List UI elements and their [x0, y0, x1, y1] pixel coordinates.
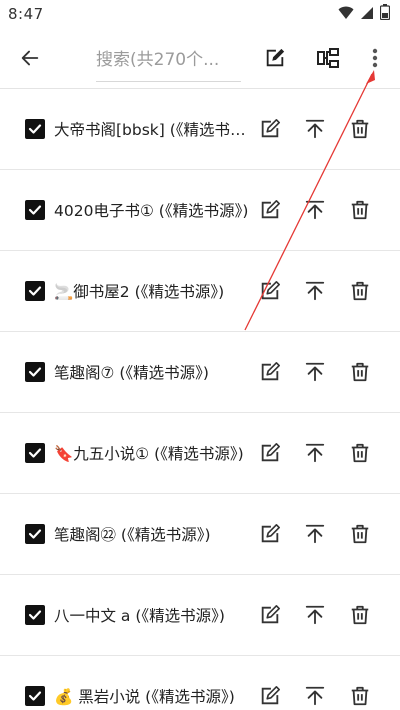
trash-icon: [349, 118, 371, 140]
delete-button[interactable]: [340, 433, 380, 473]
check-icon: [28, 365, 42, 379]
delete-button[interactable]: [340, 190, 380, 230]
check-icon: [28, 608, 42, 622]
book-source-list: 大帝书阁[bbsk] (《精选书源》) 4020电子书① (《精选书源》) 🚬御书屋…: [0, 89, 400, 710]
more-vert-icon: [372, 48, 378, 68]
check-icon: [28, 122, 42, 136]
check-icon: [28, 203, 42, 217]
delete-button[interactable]: [340, 271, 380, 311]
edit-button[interactable]: [250, 676, 290, 710]
move-to-top-button[interactable]: [295, 676, 335, 710]
source-name: 八一中文 a (《精选书源》): [54, 607, 225, 625]
row-checkbox[interactable]: [25, 362, 45, 382]
edit-button[interactable]: [250, 595, 290, 635]
list-item[interactable]: 🚬御书屋2 (《精选书源》): [0, 251, 400, 332]
move-to-top-button[interactable]: [295, 514, 335, 554]
row-checkbox[interactable]: [25, 200, 45, 220]
cellular-signal-icon: [360, 5, 374, 24]
delete-button[interactable]: [340, 595, 380, 635]
row-checkbox[interactable]: [25, 524, 45, 544]
trash-icon: [349, 442, 371, 464]
more-options-button[interactable]: [353, 28, 397, 88]
trash-icon: [349, 685, 371, 707]
edit-icon: [259, 280, 281, 302]
edit-button[interactable]: [250, 433, 290, 473]
arrow-to-top-icon: [304, 361, 326, 383]
battery-icon: [379, 4, 391, 24]
status-time: 8:47: [8, 5, 44, 23]
source-name: 🚬御书屋2 (《精选书源》): [54, 283, 225, 301]
status-icons: [338, 4, 391, 24]
edit-square-icon: [266, 48, 285, 67]
list-item[interactable]: 4020电子书① (《精选书源》): [0, 170, 400, 251]
edit-icon: [259, 442, 281, 464]
arrow-to-top-icon: [304, 685, 326, 707]
wifi-icon: [338, 5, 354, 24]
edit-button[interactable]: [250, 352, 290, 392]
move-to-top-button[interactable]: [295, 271, 335, 311]
edit-icon: [259, 685, 281, 707]
arrow-to-top-icon: [304, 199, 326, 221]
edit-icon: [259, 118, 281, 140]
arrow-to-top-icon: [304, 442, 326, 464]
move-to-top-button[interactable]: [295, 595, 335, 635]
status-bar: 8:47: [0, 0, 400, 28]
trash-icon: [349, 280, 371, 302]
edit-icon: [259, 361, 281, 383]
arrow-to-top-icon: [304, 118, 326, 140]
delete-button[interactable]: [340, 514, 380, 554]
list-item[interactable]: 💰 黑岩小说 (《精选书源》): [0, 656, 400, 710]
source-name: 笔趣阁⑦ (《精选书源》): [54, 364, 209, 382]
move-to-top-button[interactable]: [295, 190, 335, 230]
search-input[interactable]: [96, 49, 241, 70]
edit-button[interactable]: [250, 109, 290, 149]
row-checkbox[interactable]: [25, 281, 45, 301]
group-structure-icon: [317, 48, 339, 68]
edit-button[interactable]: [250, 190, 290, 230]
edit-button[interactable]: [250, 271, 290, 311]
move-to-top-button[interactable]: [295, 109, 335, 149]
list-item[interactable]: 🔖九五小说① (《精选书源》): [0, 413, 400, 494]
back-button[interactable]: [0, 28, 60, 88]
delete-button[interactable]: [340, 676, 380, 710]
list-item[interactable]: 笔趣阁⑦ (《精选书源》): [0, 332, 400, 413]
row-checkbox[interactable]: [25, 119, 45, 139]
list-item[interactable]: 八一中文 a (《精选书源》): [0, 575, 400, 656]
trash-icon: [349, 604, 371, 626]
row-checkbox[interactable]: [25, 443, 45, 463]
source-name: 4020电子书① (《精选书源》): [54, 202, 249, 220]
row-checkbox[interactable]: [25, 605, 45, 625]
arrow-to-top-icon: [304, 604, 326, 626]
edit-icon: [259, 523, 281, 545]
list-item[interactable]: 大帝书阁[bbsk] (《精选书源》): [0, 89, 400, 170]
delete-button[interactable]: [340, 109, 380, 149]
batch-edit-button[interactable]: [253, 28, 297, 88]
toolbar: [0, 28, 400, 88]
trash-icon: [349, 361, 371, 383]
check-icon: [28, 284, 42, 298]
edit-button[interactable]: [250, 514, 290, 554]
edit-icon: [259, 199, 281, 221]
arrow-left-icon: [21, 50, 39, 66]
search-field[interactable]: [96, 38, 241, 82]
move-to-top-button[interactable]: [295, 433, 335, 473]
check-icon: [28, 689, 42, 703]
move-to-top-button[interactable]: [295, 352, 335, 392]
list-item[interactable]: 笔趣阁㉒ (《精选书源》): [0, 494, 400, 575]
edit-icon: [259, 604, 281, 626]
source-name: 🔖九五小说① (《精选书源》): [54, 445, 244, 463]
check-icon: [28, 446, 42, 460]
group-button[interactable]: [306, 28, 350, 88]
trash-icon: [349, 199, 371, 221]
arrow-to-top-icon: [304, 280, 326, 302]
delete-button[interactable]: [340, 352, 380, 392]
trash-icon: [349, 523, 371, 545]
row-checkbox[interactable]: [25, 686, 45, 706]
arrow-to-top-icon: [304, 523, 326, 545]
source-name: 笔趣阁㉒ (《精选书源》): [54, 526, 211, 544]
source-name: 大帝书阁[bbsk] (《精选书源》): [54, 121, 252, 139]
check-icon: [28, 527, 42, 541]
source-name: 💰 黑岩小说 (《精选书源》): [54, 688, 235, 706]
